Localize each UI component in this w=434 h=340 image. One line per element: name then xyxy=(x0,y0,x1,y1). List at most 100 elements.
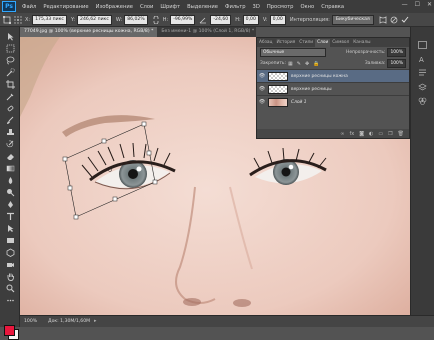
tab-character[interactable]: Символ xyxy=(330,39,351,47)
y-label: Y: xyxy=(70,16,76,23)
lock-pixels-icon[interactable]: ✎ xyxy=(297,61,301,67)
layer-row-upper-lashes[interactable]: 👁 верхние ресницы xyxy=(257,82,409,95)
dodge-tool-icon[interactable] xyxy=(5,187,15,197)
shape-tool-icon[interactable] xyxy=(5,235,15,245)
pen-tool-icon[interactable] xyxy=(5,199,15,209)
minimize-button[interactable]: — xyxy=(402,1,408,8)
height-field[interactable]: -96,99% xyxy=(170,14,196,25)
window-controls: — ☐ ✕ xyxy=(402,1,432,8)
cancel-icon[interactable] xyxy=(390,16,398,24)
menu-filter[interactable]: Фильтр xyxy=(225,4,246,10)
layer-thumbnail xyxy=(268,71,288,81)
3d-camera-tool-icon[interactable] xyxy=(5,259,15,269)
angle-field[interactable]: -24,60 xyxy=(210,14,232,25)
move-tool-icon[interactable] xyxy=(5,31,15,41)
menu-help[interactable]: Справка xyxy=(321,4,344,10)
blend-mode-dropdown[interactable]: Обычные xyxy=(260,48,326,57)
marquee-tool-icon[interactable] xyxy=(5,43,15,53)
fill-label: Заливка: xyxy=(364,61,386,66)
commit-check-icon[interactable] xyxy=(401,16,409,24)
menu-select[interactable]: Выделение xyxy=(187,4,218,10)
new-layer-icon[interactable]: ❐ xyxy=(388,131,392,137)
tab-styles[interactable]: Стили xyxy=(297,39,315,47)
visibility-eye-icon[interactable]: 👁 xyxy=(257,73,267,79)
history-panel-icon[interactable] xyxy=(418,41,427,49)
link-icon[interactable] xyxy=(152,15,160,24)
layer-name: верхние ресницы кожна xyxy=(291,73,348,79)
menu-file[interactable]: Файл xyxy=(22,4,36,10)
path-selection-tool-icon[interactable] xyxy=(5,223,15,233)
trash-icon[interactable]: 🗑 xyxy=(398,131,404,137)
channels-panel-icon[interactable] xyxy=(418,97,427,105)
rotate-angle-icon xyxy=(200,17,207,23)
interpolation-dropdown[interactable]: Бикубическая xyxy=(331,14,374,25)
transform-tool-icon[interactable] xyxy=(3,15,11,24)
visibility-eye-icon[interactable]: 👁 xyxy=(257,99,267,105)
menu-image[interactable]: Изображение xyxy=(96,4,133,10)
gradient-tool-icon[interactable] xyxy=(5,163,15,173)
document-tab-inactive[interactable]: Без имени-1 @ 100% (Слой 1, RGB/8) * xyxy=(157,27,258,37)
brush-tool-icon[interactable] xyxy=(5,115,15,125)
status-menu-arrow-icon[interactable]: ▸ xyxy=(94,319,96,324)
adjustment-icon[interactable]: ◐ xyxy=(369,131,373,137)
mask-icon[interactable]: ◙ xyxy=(359,131,364,137)
layers-panel-icon[interactable] xyxy=(418,83,427,91)
menu-type[interactable]: Шрифт xyxy=(160,4,180,10)
x-field[interactable]: 175,33 пикс xyxy=(32,14,67,25)
quick-select-tool-icon[interactable] xyxy=(5,67,15,77)
reference-point-icon[interactable] xyxy=(14,15,22,24)
layer-row-upper-lashes-copy[interactable]: 👁 верхние ресницы кожна xyxy=(257,69,409,82)
opacity-label: Непрозрачность: xyxy=(346,50,386,55)
lock-all-icon[interactable]: 🔒 xyxy=(313,61,319,67)
w-label: W: xyxy=(115,16,123,23)
tab-channels[interactable]: Каналы xyxy=(351,39,372,47)
close-button[interactable]: ✕ xyxy=(427,1,432,8)
width-field[interactable]: 86,02% xyxy=(124,14,148,25)
menu-3d[interactable]: 3D xyxy=(253,4,260,10)
maximize-button[interactable]: ☐ xyxy=(415,1,420,8)
lock-row: Закрепить: ▦ ✎ ✥ 🔒 Заливка: 100% xyxy=(257,58,409,69)
blur-tool-icon[interactable] xyxy=(5,175,15,185)
clone-stamp-tool-icon[interactable] xyxy=(5,127,15,137)
menu-edit[interactable]: Редактирование xyxy=(43,4,88,10)
lock-transparency-icon[interactable]: ▦ xyxy=(288,61,293,67)
folder-icon[interactable]: ▭ xyxy=(378,131,383,137)
link-layers-icon[interactable]: ∞ xyxy=(340,131,344,137)
hand-tool-icon[interactable] xyxy=(5,271,15,281)
toolbox xyxy=(0,27,20,340)
character-panel-icon[interactable]: A xyxy=(418,55,427,63)
menu-view[interactable]: Просмотр xyxy=(267,4,294,10)
fx-icon[interactable]: fx xyxy=(349,131,354,137)
lock-position-icon[interactable]: ✥ xyxy=(305,61,309,67)
history-brush-tool-icon[interactable] xyxy=(5,139,15,149)
crop-tool-icon[interactable] xyxy=(5,79,15,89)
y-field[interactable]: 246,62 пикс xyxy=(77,14,112,25)
tab-layers[interactable]: Слои xyxy=(315,39,331,47)
eyedropper-tool-icon[interactable] xyxy=(5,91,15,101)
menu-window[interactable]: Окно xyxy=(300,4,314,10)
layer-thumbnail xyxy=(268,97,288,107)
document-tab-active[interactable]: 77049.jpg @ 100% (верхние ресницы кожна,… xyxy=(20,27,158,37)
menu-layer[interactable]: Слои xyxy=(140,4,153,10)
type-tool-icon[interactable] xyxy=(5,211,15,221)
opacity-field[interactable]: 100% xyxy=(387,48,406,57)
eraser-tool-icon[interactable] xyxy=(5,151,15,161)
v-skew-field[interactable]: 0,00 xyxy=(269,14,286,25)
warp-icon[interactable] xyxy=(379,15,387,24)
lock-label: Закрепить: xyxy=(260,61,286,66)
layer-name: верхние ресницы xyxy=(291,86,332,92)
zoom-tool-icon[interactable] xyxy=(5,283,15,293)
visibility-eye-icon[interactable]: 👁 xyxy=(257,86,267,92)
healing-brush-tool-icon[interactable] xyxy=(5,103,15,113)
zoom-level[interactable]: 100% xyxy=(24,319,42,324)
more-tools-icon[interactable] xyxy=(5,295,15,305)
lasso-tool-icon[interactable] xyxy=(5,55,15,65)
v-skew-label: V: xyxy=(262,16,268,23)
layer-row-layer-1[interactable]: 👁 Слой 1 xyxy=(257,95,409,108)
h-skew-field[interactable]: 0,00 xyxy=(242,14,259,25)
fill-field[interactable]: 100% xyxy=(387,59,406,68)
tab-paragraph[interactable]: Абзац xyxy=(257,39,274,47)
paragraph-panel-icon[interactable] xyxy=(418,69,427,77)
3d-tool-icon[interactable] xyxy=(5,247,15,257)
tab-history[interactable]: История xyxy=(274,39,297,47)
